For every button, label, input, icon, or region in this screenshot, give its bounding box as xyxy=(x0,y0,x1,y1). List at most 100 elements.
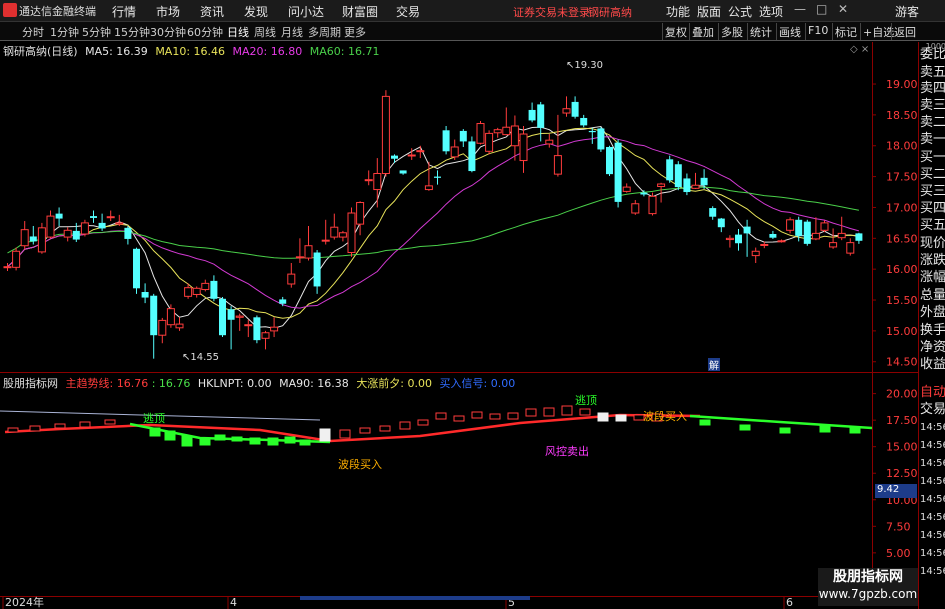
sidebar-sell4[interactable]: 卖四 xyxy=(920,81,945,97)
candle-body xyxy=(106,216,115,219)
tab-5min[interactable]: 5分钟 xyxy=(82,24,111,40)
indicator-bar xyxy=(561,405,573,416)
candle-body xyxy=(580,117,588,126)
sidebar-change[interactable]: 涨跌 xyxy=(920,253,945,269)
sidebar-weibi[interactable]: 委比 xyxy=(920,47,945,63)
maximize-icon[interactable]: □ xyxy=(816,2,827,16)
menu-zixun[interactable]: 资讯 xyxy=(200,3,224,20)
tab-multi-period[interactable]: 多周期 xyxy=(308,24,341,40)
sidebar-buy2[interactable]: 买二 xyxy=(920,167,945,183)
fuquan-button[interactable]: 复权 xyxy=(662,23,689,40)
candle-body xyxy=(253,317,261,341)
candle-body xyxy=(725,237,734,241)
stats-button[interactable]: 统计 xyxy=(747,23,774,40)
mark-button[interactable]: 标记 xyxy=(832,23,859,40)
draw-line-button[interactable]: 画线 xyxy=(776,23,803,40)
menu-wenxiaoda[interactable]: 问小达 xyxy=(288,3,324,20)
close-icon[interactable]: ✕ xyxy=(838,2,848,16)
indicator-bar xyxy=(507,412,519,420)
sidebar-sell1[interactable]: 卖一 xyxy=(920,132,945,148)
candle-body xyxy=(219,298,226,336)
ma5-line xyxy=(7,125,859,329)
back-button[interactable]: 返回 xyxy=(891,23,918,40)
time-axis-label: 4 xyxy=(230,596,237,609)
chart-canvas[interactable]: ◇ × 19.00 18.50 18.00 17.50 17.00 16.50 16.00 15… xyxy=(0,0,945,609)
risk-sell-label: 风控卖出 xyxy=(545,444,589,458)
zhuqu-value: 主趋势线: 16.76 xyxy=(65,377,149,390)
sidebar-volume[interactable]: 总量 xyxy=(920,288,945,304)
guest-user[interactable]: 游客 xyxy=(895,3,919,20)
band-buy-label: 波段买入 xyxy=(338,457,382,471)
current-stock-name: 钢研高纳 xyxy=(588,6,632,19)
candle-body xyxy=(519,133,528,162)
multi-stock-button[interactable]: 多股 xyxy=(718,23,745,40)
tab-15min[interactable]: 15分钟 xyxy=(114,24,150,40)
dazhang-value: 大涨前夕: 0.00 xyxy=(356,377,433,390)
sidebar-sell2[interactable]: 卖二 xyxy=(920,115,945,131)
tab-more[interactable]: 更多 xyxy=(344,24,366,40)
menu-shichang[interactable]: 市场 xyxy=(156,3,180,20)
menu-caifuquan[interactable]: 财富圈 xyxy=(342,3,378,20)
tab-fenshi[interactable]: 分时 xyxy=(22,24,44,40)
candle-body xyxy=(20,229,29,247)
tab-daily[interactable]: 日线 xyxy=(227,24,249,40)
indicator-bar xyxy=(525,408,537,417)
candle-body xyxy=(631,203,640,214)
menu-xuanxiang[interactable]: 选项 xyxy=(759,3,783,20)
sidebar-earnings[interactable]: 收益 xyxy=(920,357,945,373)
sidebar-change-pct[interactable]: 涨幅 xyxy=(920,270,945,286)
sidebar-buy4[interactable]: 买四 xyxy=(920,201,945,217)
menu-banmian[interactable]: 版面 xyxy=(697,3,721,20)
indicator-name[interactable]: 股朋指标网 xyxy=(3,377,58,390)
sidebar-time: 14:56 xyxy=(920,440,945,451)
menu-faxian[interactable]: 发现 xyxy=(244,3,268,20)
sidebar-buy3[interactable]: 买三 xyxy=(920,184,945,200)
main-chart-name[interactable]: 钢研高纳(日线) xyxy=(3,45,78,58)
login-status[interactable]: 证券交易未登录 xyxy=(513,4,590,20)
tab-30min[interactable]: 30分钟 xyxy=(150,24,186,40)
time-axis-label: 6 xyxy=(786,596,793,609)
tab-1min[interactable]: 1分钟 xyxy=(50,24,79,40)
pane-control-icon: ◇ × xyxy=(850,44,869,55)
sidebar-sell3[interactable]: 卖三 xyxy=(920,98,945,114)
indicator-bar xyxy=(181,435,193,447)
candle-body xyxy=(424,185,433,191)
sidebar-net-asset[interactable]: 净资 xyxy=(920,340,945,356)
sidebar-auto[interactable]: 自动 xyxy=(920,385,945,401)
indicator-bar xyxy=(379,425,391,432)
f10-button[interactable]: F10 xyxy=(805,23,830,40)
candle-body xyxy=(485,132,494,152)
tab-60min[interactable]: 60分钟 xyxy=(187,24,223,40)
candle-body xyxy=(321,239,330,242)
menu-gongshi[interactable]: 公式 xyxy=(728,3,752,20)
indicator-bar xyxy=(339,429,351,439)
time-axis-label: 2024年 xyxy=(5,595,44,609)
sidebar-buy1[interactable]: 买一 xyxy=(920,150,945,166)
tab-weekly[interactable]: 周线 xyxy=(254,24,276,40)
candle-body xyxy=(846,242,855,254)
sidebar-price[interactable]: 现价 xyxy=(920,236,945,252)
menu-hangqing[interactable]: 行情 xyxy=(112,3,136,20)
menu-jiaoyi[interactable]: 交易 xyxy=(396,3,420,20)
candle-body xyxy=(12,250,21,268)
sidebar-trade[interactable]: 交易 xyxy=(920,402,945,418)
sidebar-outer[interactable]: 外盘 xyxy=(920,305,945,321)
sidebar-buy5[interactable]: 买五 xyxy=(920,218,945,234)
candle-body xyxy=(90,216,97,218)
ma90-value: MA90: 16.38 xyxy=(279,377,349,390)
indicator-bar xyxy=(597,412,609,422)
sidebar-turnover[interactable]: 换手 xyxy=(920,323,945,339)
candle-body xyxy=(158,319,167,336)
ind-tick-label: 5.00 xyxy=(886,547,911,560)
indicator-bar xyxy=(359,427,371,434)
tab-monthly[interactable]: 月线 xyxy=(281,24,303,40)
indicator-bar xyxy=(489,413,501,420)
sidebar-sell5[interactable]: 卖五 xyxy=(920,65,945,81)
scroll-bar xyxy=(300,596,530,600)
overlay-button[interactable]: 叠加 xyxy=(689,23,716,40)
candle-body xyxy=(356,202,365,225)
candle-body xyxy=(562,108,571,114)
minimize-icon[interactable]: — xyxy=(794,2,806,16)
menu-gongneng[interactable]: 功能 xyxy=(666,3,690,20)
sidebar-time: 14:56 xyxy=(920,548,945,559)
